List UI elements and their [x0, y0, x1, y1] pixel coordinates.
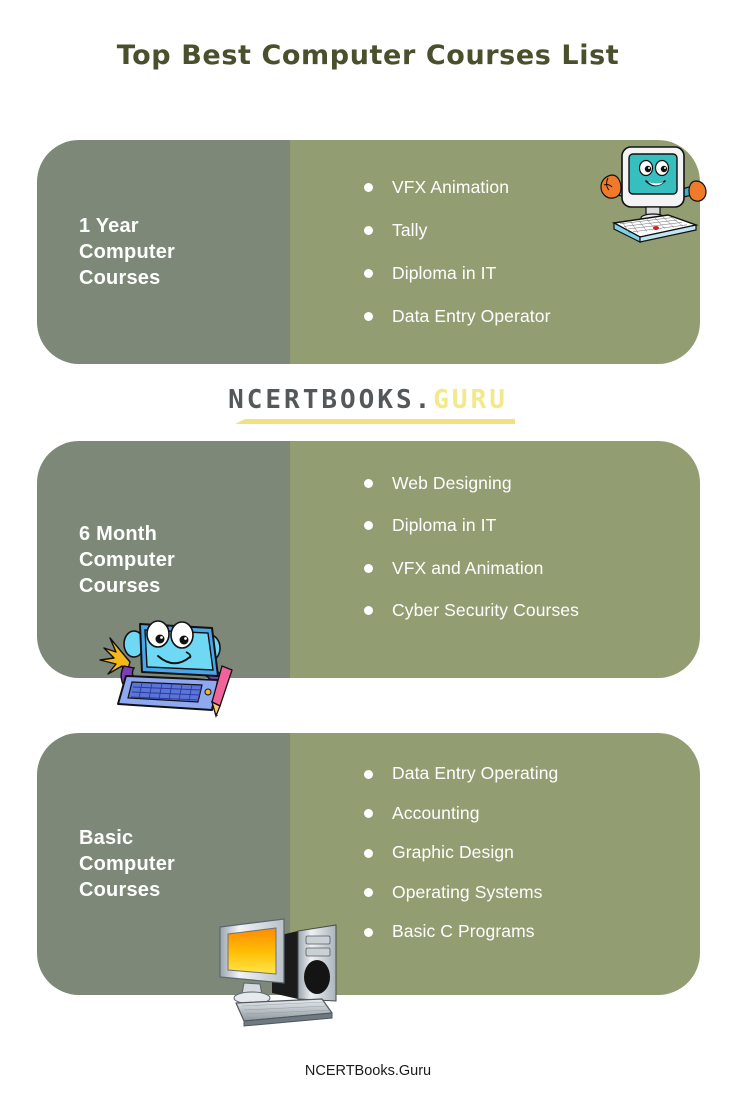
- card-heading-line-3: Courses: [79, 267, 161, 289]
- bullet-icon: [364, 521, 373, 531]
- desktop-pc-icon: [219, 918, 337, 1027]
- bullet-icon: [364, 183, 373, 192]
- list-item: Diploma in IT: [364, 515, 700, 535]
- bullet-icon: [364, 769, 373, 779]
- card-list-panel: Data Entry Operating Accounting Graphic …: [290, 733, 700, 995]
- card-heading: 6 Month Computer Courses: [37, 521, 175, 599]
- bullet-icon: [364, 888, 373, 897]
- list-item-label: Diploma in IT: [392, 262, 497, 283]
- infographic-page: Top Best Computer Courses List 1 Year Co…: [0, 0, 736, 1103]
- list-item: Data Entry Operator: [364, 305, 700, 326]
- bullet-icon: [364, 848, 373, 858]
- list-item: Basic C Programs: [364, 923, 700, 941]
- course-card-basic: Basic Computer Courses Data Entry Operat…: [37, 733, 700, 995]
- list-item-label: Accounting: [392, 802, 480, 823]
- footer-text: NCERTBooks.Guru: [304, 1063, 432, 1079]
- watermark-text: NCERTBOOKS.GURU: [0, 385, 736, 415]
- watermark-accent: GURU: [433, 385, 508, 415]
- list-item: Web Designing: [364, 472, 700, 493]
- bullet-icon: [364, 563, 373, 573]
- card-heading-line-2: Computer: [79, 548, 176, 571]
- card-heading-line-1: Basic: [79, 827, 134, 849]
- list-item-label: Graphic Design: [392, 842, 515, 863]
- list-item-label: Data Entry Operating: [392, 763, 559, 784]
- card-heading: Basic Computer Courses: [37, 825, 175, 903]
- card-body: Basic Computer Courses Data Entry Operat…: [37, 733, 700, 995]
- list-item: Cyber Security Courses: [364, 600, 700, 620]
- card-heading-line-3: Courses: [79, 574, 161, 597]
- bullet-icon: [364, 312, 373, 321]
- list-item-label: VFX Animation: [392, 176, 510, 197]
- card-heading-line-2: Computer: [79, 853, 176, 875]
- card-heading-panel: 1 Year Computer Courses: [37, 140, 290, 364]
- bullet-icon: [364, 606, 373, 616]
- list-item: Data Entry Operating: [364, 765, 700, 783]
- list-item-label: VFX and Animation: [392, 557, 544, 578]
- list-item: VFX and Animation: [364, 557, 700, 578]
- bullet-icon: [364, 269, 373, 278]
- watermark-logo: NCERTBOOKS.GURU: [0, 385, 736, 424]
- list-item: Graphic Design: [364, 844, 700, 862]
- course-list: Data Entry Operating Accounting Graphic …: [290, 765, 700, 963]
- bullet-icon: [364, 809, 373, 818]
- course-list: Web Designing Diploma in IT VFX and Anim…: [290, 472, 700, 645]
- page-title: Top Best Computer Courses List: [116, 40, 620, 71]
- bullet-icon: [364, 927, 373, 937]
- list-item: Accounting: [364, 802, 700, 823]
- list-item: Diploma in IT: [364, 262, 700, 283]
- monitor-character-icon: [600, 146, 707, 243]
- bullet-icon: [364, 226, 373, 235]
- card-list-panel: Web Designing Diploma in IT VFX and Anim…: [290, 441, 700, 678]
- list-item-label: Operating Systems: [392, 881, 543, 902]
- list-item-label: Web Designing: [392, 472, 512, 493]
- bullet-icon: [364, 478, 373, 488]
- card-heading-line-1: 6 Month: [79, 522, 158, 545]
- card-heading-line-1: 1 Year: [79, 215, 139, 237]
- list-item-label: Basic C Programs: [392, 921, 535, 942]
- laptop-character-icon: [99, 620, 233, 719]
- card-heading-line-3: Courses: [79, 879, 161, 901]
- list-item-label: Tally: [392, 219, 428, 240]
- list-item-label: Cyber Security Courses: [392, 600, 579, 620]
- card-heading-line-2: Computer: [79, 241, 176, 263]
- watermark-underline-bar: [235, 419, 515, 424]
- list-item-label: Diploma in IT: [392, 515, 497, 535]
- list-item-label: Data Entry Operator: [392, 305, 551, 326]
- watermark-primary: NCERTBOOKS.: [228, 385, 434, 415]
- list-item: Operating Systems: [364, 881, 700, 902]
- card-heading: 1 Year Computer Courses: [37, 213, 175, 291]
